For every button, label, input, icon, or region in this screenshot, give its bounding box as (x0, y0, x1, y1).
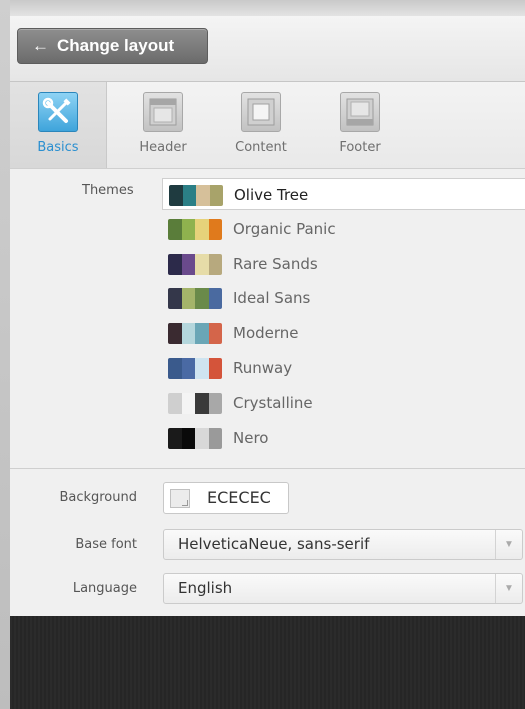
language-select[interactable]: English ▼ (163, 573, 523, 604)
window-edge (0, 0, 10, 709)
theme-name: Ideal Sans (233, 289, 311, 307)
window-top-edge (10, 0, 525, 16)
theme-option[interactable]: Rare Sands (162, 248, 525, 280)
change-layout-button[interactable]: ← Change layout (17, 28, 208, 64)
theme-name: Crystalline (233, 394, 313, 412)
layout-settings-panel: ← Change layout Basics Header Content Fo… (10, 16, 525, 709)
theme-name: Organic Panic (233, 220, 336, 238)
base-font-label: Base font (75, 537, 137, 552)
chevron-down-icon: ▼ (495, 530, 522, 559)
theme-swatch (168, 219, 222, 240)
section-divider (10, 468, 525, 469)
theme-swatch (169, 185, 223, 206)
panel-toolbar: ← Change layout (10, 16, 525, 82)
tab-footer[interactable]: Footer (312, 82, 408, 168)
tab-content[interactable]: Content (213, 82, 309, 168)
color-swatch-icon[interactable] (170, 489, 190, 508)
wrench-screwdriver-icon (38, 92, 78, 132)
theme-name: Moderne (233, 324, 299, 342)
language-label: Language (72, 581, 137, 596)
dark-preview-area (10, 616, 525, 709)
theme-option[interactable]: Nero (162, 422, 525, 454)
arrow-left-icon: ← (32, 36, 49, 55)
theme-name: Rare Sands (233, 255, 318, 273)
theme-swatch (168, 358, 222, 379)
layout-content-icon (241, 92, 281, 132)
theme-option[interactable]: Runway (162, 352, 525, 384)
change-layout-label: Change layout (57, 36, 175, 55)
theme-name: Runway (233, 359, 293, 377)
theme-swatch (168, 323, 222, 344)
theme-option[interactable]: Ideal Sans (162, 282, 525, 314)
language-value: English (178, 579, 233, 597)
layout-header-icon (143, 92, 183, 132)
layout-footer-icon (340, 92, 380, 132)
theme-name: Olive Tree (234, 186, 309, 204)
background-label: Background (59, 490, 137, 505)
theme-swatch (168, 428, 222, 449)
tab-header[interactable]: Header (115, 82, 211, 168)
tab-content-label: Content (235, 140, 287, 155)
chevron-down-icon: ▼ (495, 574, 522, 603)
theme-option[interactable]: Organic Panic (162, 213, 525, 245)
tab-basics-label: Basics (37, 140, 79, 155)
tab-basics[interactable]: Basics (10, 82, 107, 168)
theme-swatch (168, 393, 222, 414)
theme-swatch (168, 288, 222, 309)
theme-option[interactable]: Crystalline (162, 387, 525, 419)
theme-option[interactable]: Moderne (162, 317, 525, 349)
base-font-value: HelveticaNeue, sans-serif (178, 535, 370, 553)
tab-header-label: Header (139, 140, 187, 155)
theme-name: Nero (233, 429, 269, 447)
tab-footer-label: Footer (339, 140, 381, 155)
background-color-field[interactable]: ECECEC (163, 482, 289, 514)
base-font-select[interactable]: HelveticaNeue, sans-serif ▼ (163, 529, 523, 560)
section-tabs: Basics Header Content Footer (10, 82, 525, 169)
theme-option[interactable]: Olive Tree (162, 178, 525, 210)
themes-label: Themes (82, 183, 134, 198)
theme-swatch (168, 254, 222, 275)
background-color-value: ECECEC (207, 488, 271, 507)
